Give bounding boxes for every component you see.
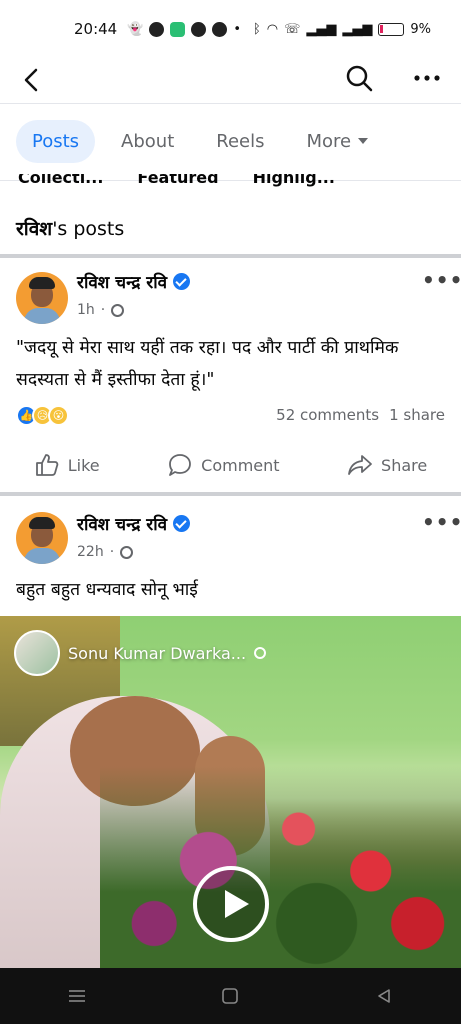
app-icon <box>170 21 186 37</box>
bluetooth-icon: ᛒ <box>252 21 261 37</box>
engagement-counts: 52 comments 1 share <box>276 406 445 424</box>
subtab-row: Collecti... Featured Highlig... <box>18 174 335 188</box>
post-time[interactable]: 22h <box>77 544 104 560</box>
status-bar: 20:44 👻 • ᛒ ◠ ☏ ▂▄▆ ▂▄▆ 9% <box>0 0 461 58</box>
post-author[interactable]: रविश चन्द्र रवि <box>77 270 191 293</box>
post-text: बहुत बहुत धन्यवाद सोनू भाई <box>16 580 198 600</box>
post-author-name: रविश चन्द्र रवि <box>77 515 168 535</box>
reactions-summary[interactable]: 👍 😥 😮 <box>16 405 69 426</box>
top-bar <box>0 58 461 104</box>
share-label: Share <box>381 455 428 475</box>
globe-icon <box>120 545 134 559</box>
avatar[interactable] <box>16 272 68 324</box>
home-icon[interactable] <box>220 988 240 1004</box>
share-icon <box>348 455 372 475</box>
video-flowers <box>100 766 461 968</box>
wow-reaction-icon: 😮 <box>48 405 69 426</box>
back-arrow-icon[interactable] <box>18 64 48 96</box>
subtab-highlights[interactable]: Highlig... <box>253 174 335 187</box>
battery-percent: 9% <box>410 21 431 37</box>
shared-source[interactable]: Sonu Kumar Dwarka... <box>14 630 267 676</box>
verified-badge-icon <box>173 273 191 290</box>
share-button[interactable]: Share <box>347 452 427 478</box>
tab-reels[interactable]: Reels <box>216 131 264 152</box>
tab-more[interactable]: More <box>307 131 370 152</box>
dot-separator: · <box>100 302 106 318</box>
post-options-icon[interactable]: ••• <box>422 268 461 292</box>
back-nav-icon[interactable] <box>374 988 394 1004</box>
recent-apps-icon[interactable] <box>67 988 87 1004</box>
post-meta: 22h · <box>77 544 134 560</box>
play-icon[interactable] <box>193 866 269 942</box>
source-name[interactable]: Sonu Kumar Dwarka... <box>68 644 246 663</box>
posts-heading: रविश's posts <box>16 215 124 241</box>
avatar[interactable] <box>16 512 68 564</box>
tab-about[interactable]: About <box>121 131 174 152</box>
divider <box>0 103 461 104</box>
shares-count[interactable]: 1 share <box>389 406 445 424</box>
post-author-name: रविश चन्द्र रवि <box>77 273 168 293</box>
system-icons: ᛒ ◠ ☏ ▂▄▆ ▂▄▆ 9% <box>253 22 431 37</box>
like-button[interactable]: Like <box>34 452 100 478</box>
wifi-icon: ◠ <box>266 21 279 37</box>
profile-tabs: Posts About Reels More <box>16 118 411 164</box>
messenger-icon <box>191 21 207 37</box>
subtab-collections[interactable]: Collecti... <box>18 174 103 187</box>
snapchat-icon: 👻 <box>127 21 144 37</box>
post-meta: 1h · <box>77 302 125 318</box>
comment-icon <box>169 454 192 476</box>
section-separator <box>0 492 461 496</box>
signal-icon: ▂▄▆ <box>306 21 337 37</box>
dot-separator: · <box>109 544 115 560</box>
shared-video[interactable]: Sonu Kumar Dwarka... <box>0 616 461 968</box>
comment-label: Comment <box>201 455 280 475</box>
facebook-icon <box>149 21 165 37</box>
post-actions: Like Comment Share <box>0 448 461 482</box>
posts-heading-name: रविश <box>16 218 53 240</box>
comment-button[interactable]: Comment <box>167 452 280 478</box>
a-icon <box>212 21 228 37</box>
more-options-icon[interactable] <box>412 62 442 94</box>
tab-more-label: More <box>306 130 352 152</box>
status-time: 20:44 <box>74 20 118 38</box>
system-nav-bar <box>0 968 461 1024</box>
call-icon: ☏ <box>284 21 301 37</box>
battery-icon <box>378 22 405 36</box>
notification-icons: 👻 • <box>127 21 242 37</box>
verified-badge-icon <box>173 515 191 532</box>
search-icon[interactable] <box>344 62 374 94</box>
dot-icon: • <box>233 21 242 37</box>
globe-icon <box>111 303 125 317</box>
section-separator <box>0 254 461 258</box>
post-options-icon[interactable]: ••• <box>422 510 461 534</box>
post-text: "जदयू से मेरा साथ यहीं तक रहा। पद और पार… <box>16 338 399 390</box>
caret-down-icon <box>358 138 369 144</box>
like-label: Like <box>67 455 100 475</box>
post-author[interactable]: रविश चन्द्र रवि <box>77 512 191 535</box>
source-avatar[interactable] <box>14 630 60 676</box>
posts-heading-suffix: 's posts <box>52 218 125 240</box>
subtab-featured[interactable]: Featured <box>137 174 218 187</box>
globe-icon <box>254 647 267 659</box>
tab-posts[interactable]: Posts <box>16 119 96 163</box>
comments-count[interactable]: 52 comments <box>276 406 379 424</box>
post-time[interactable]: 1h <box>77 302 95 318</box>
like-icon <box>35 454 59 476</box>
signal-icon: ▂▄▆ <box>342 21 373 37</box>
